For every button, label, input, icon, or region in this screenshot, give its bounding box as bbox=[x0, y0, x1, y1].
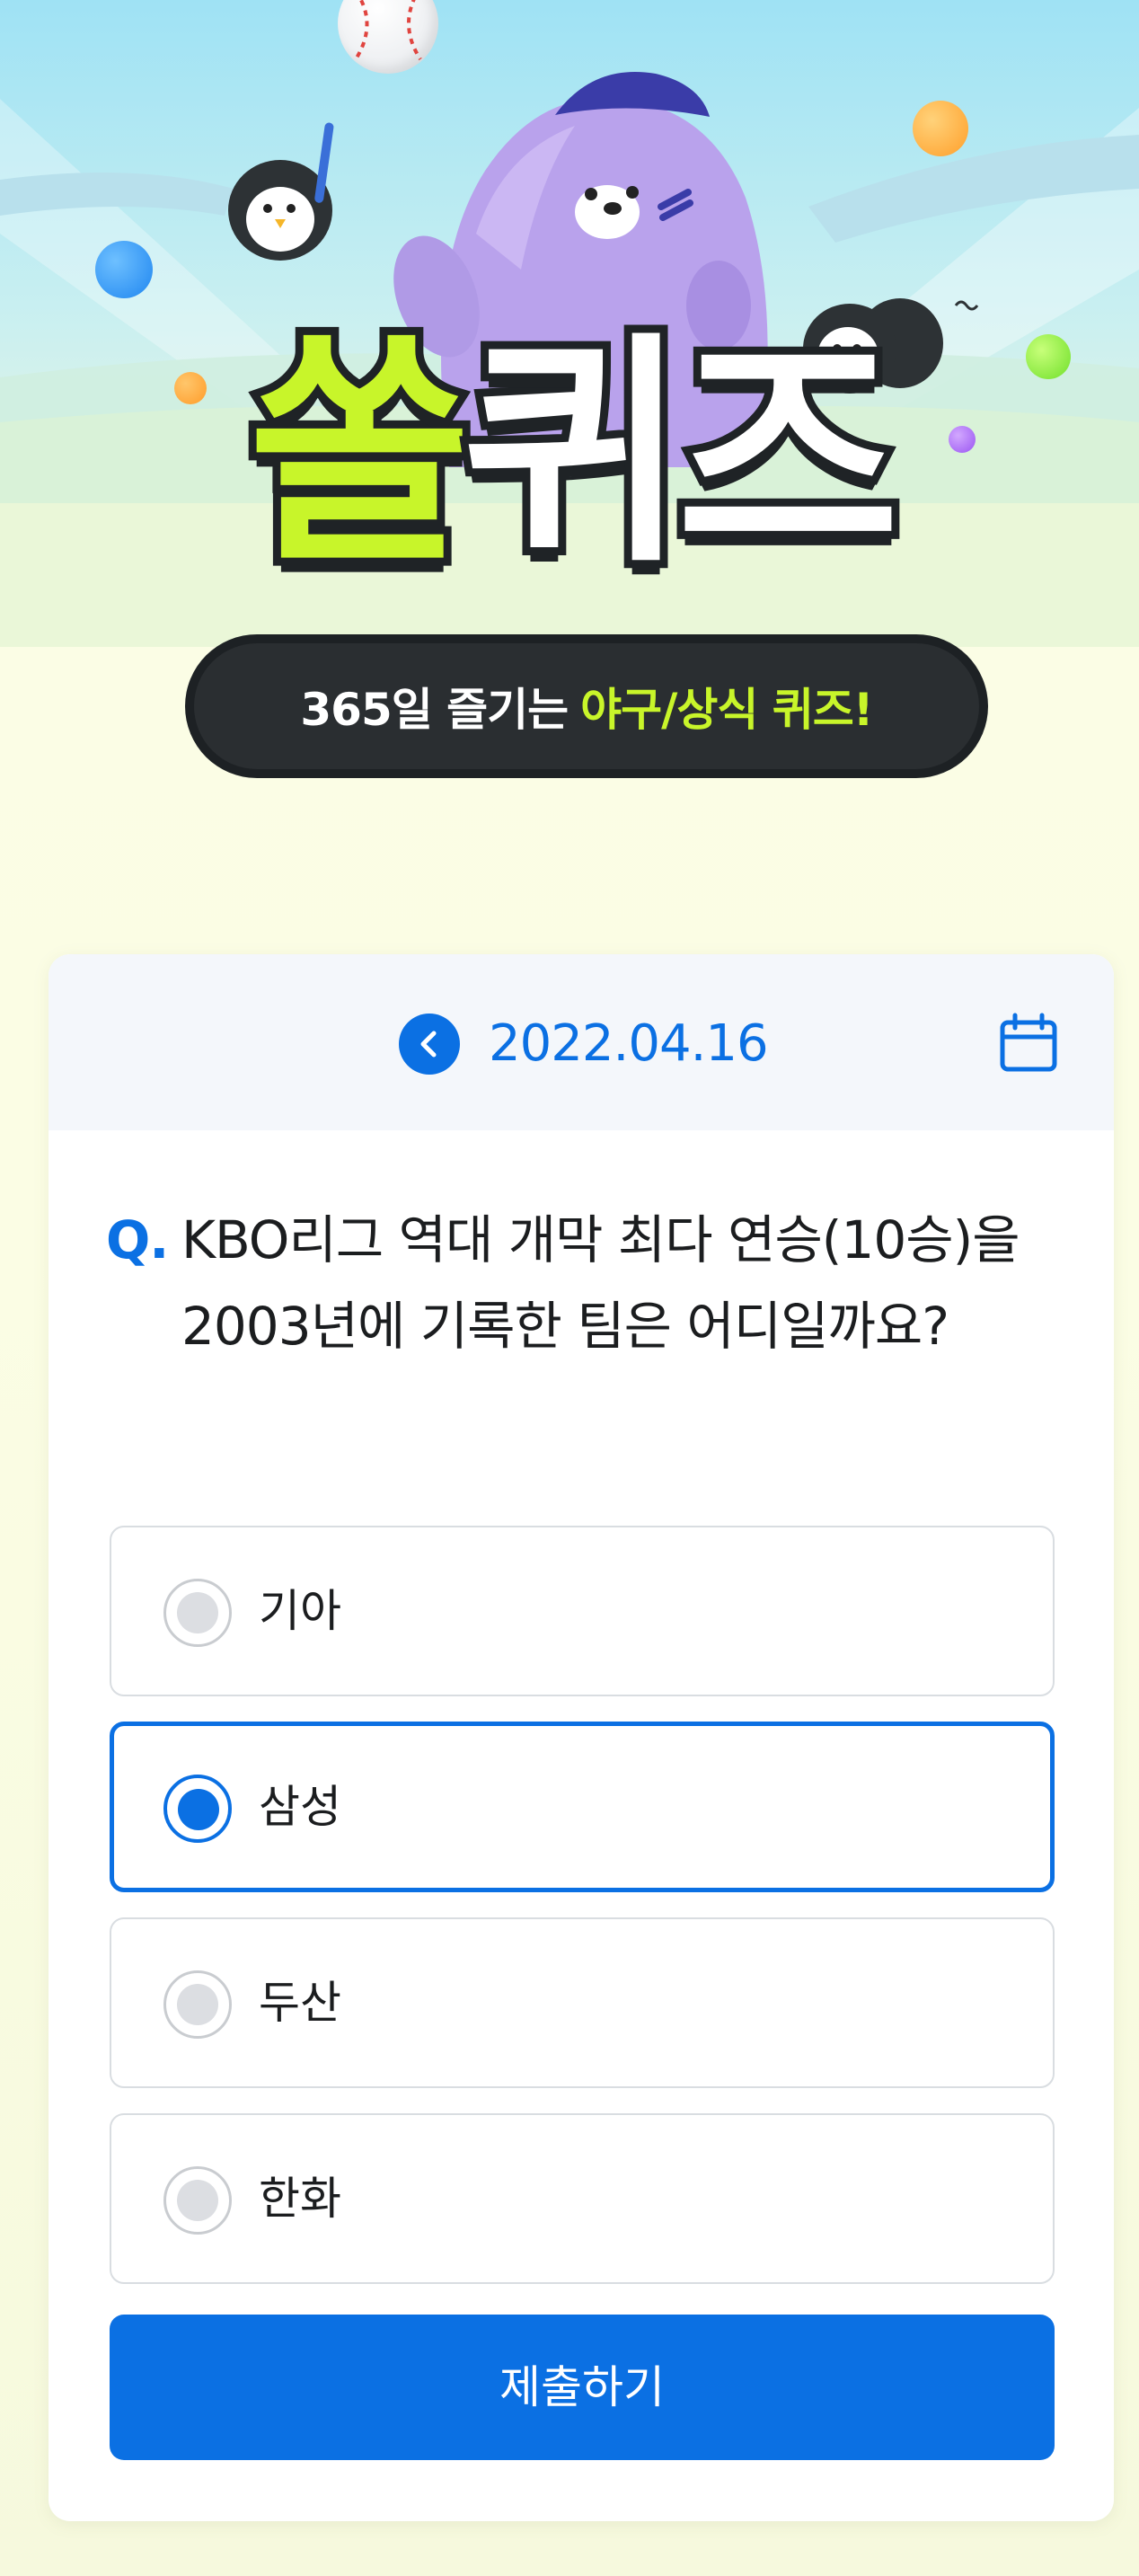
option-label: 삼성 bbox=[259, 1781, 341, 1833]
logo-part-2: 퀴즈 bbox=[455, 312, 908, 595]
hero-banner: 쏠퀴즈 365일 즐기는 야구/상식 퀴즈! bbox=[0, 0, 1139, 863]
tagline-highlight: 야구/상식 퀴즈! bbox=[580, 684, 873, 736]
option-2[interactable]: 삼성 bbox=[110, 1722, 1055, 1892]
question-text: KBO리그 역대 개막 최다 연승(10승)을 2003년에 기록한 팀은 어디… bbox=[181, 1209, 1020, 1357]
calendar-icon bbox=[1000, 1013, 1057, 1072]
option-4[interactable]: 한화 bbox=[110, 2113, 1055, 2284]
option-label: 한화 bbox=[259, 2173, 341, 2225]
logo-part-1: 쏠 bbox=[240, 312, 479, 595]
quiz-card: 2022.04.16 Q. KBO리그 역대 개막 최다 연승(10승)을 20… bbox=[49, 954, 1114, 2521]
chevron-left-icon bbox=[420, 1031, 437, 1058]
option-3[interactable]: 두산 bbox=[110, 1917, 1055, 2088]
radio-button[interactable] bbox=[163, 1970, 232, 2039]
question-mark-label: Q. bbox=[106, 1209, 169, 1270]
option-label: 기아 bbox=[259, 1585, 341, 1637]
tagline-prefix: 365일 즐기는 bbox=[300, 684, 569, 736]
radio-button-selected[interactable] bbox=[163, 1775, 232, 1843]
tagline-banner: 365일 즐기는 야구/상식 퀴즈! bbox=[194, 643, 979, 769]
option-label: 두산 bbox=[259, 1977, 341, 2029]
quiz-logo: 쏠퀴즈 bbox=[0, 324, 1139, 583]
radio-button[interactable] bbox=[163, 2166, 232, 2235]
radio-button[interactable] bbox=[163, 1579, 232, 1647]
submit-button[interactable]: 제출하기 bbox=[110, 2315, 1055, 2460]
quiz-date: 2022.04.16 bbox=[489, 1014, 769, 1073]
calendar-button[interactable] bbox=[997, 1012, 1060, 1075]
question: Q. KBO리그 역대 개막 최다 연승(10승)을 2003년에 기록한 팀은… bbox=[106, 1197, 1067, 1369]
date-header: 2022.04.16 bbox=[49, 954, 1114, 1130]
option-1[interactable]: 기아 bbox=[110, 1526, 1055, 1696]
previous-date-button[interactable] bbox=[399, 1014, 460, 1075]
